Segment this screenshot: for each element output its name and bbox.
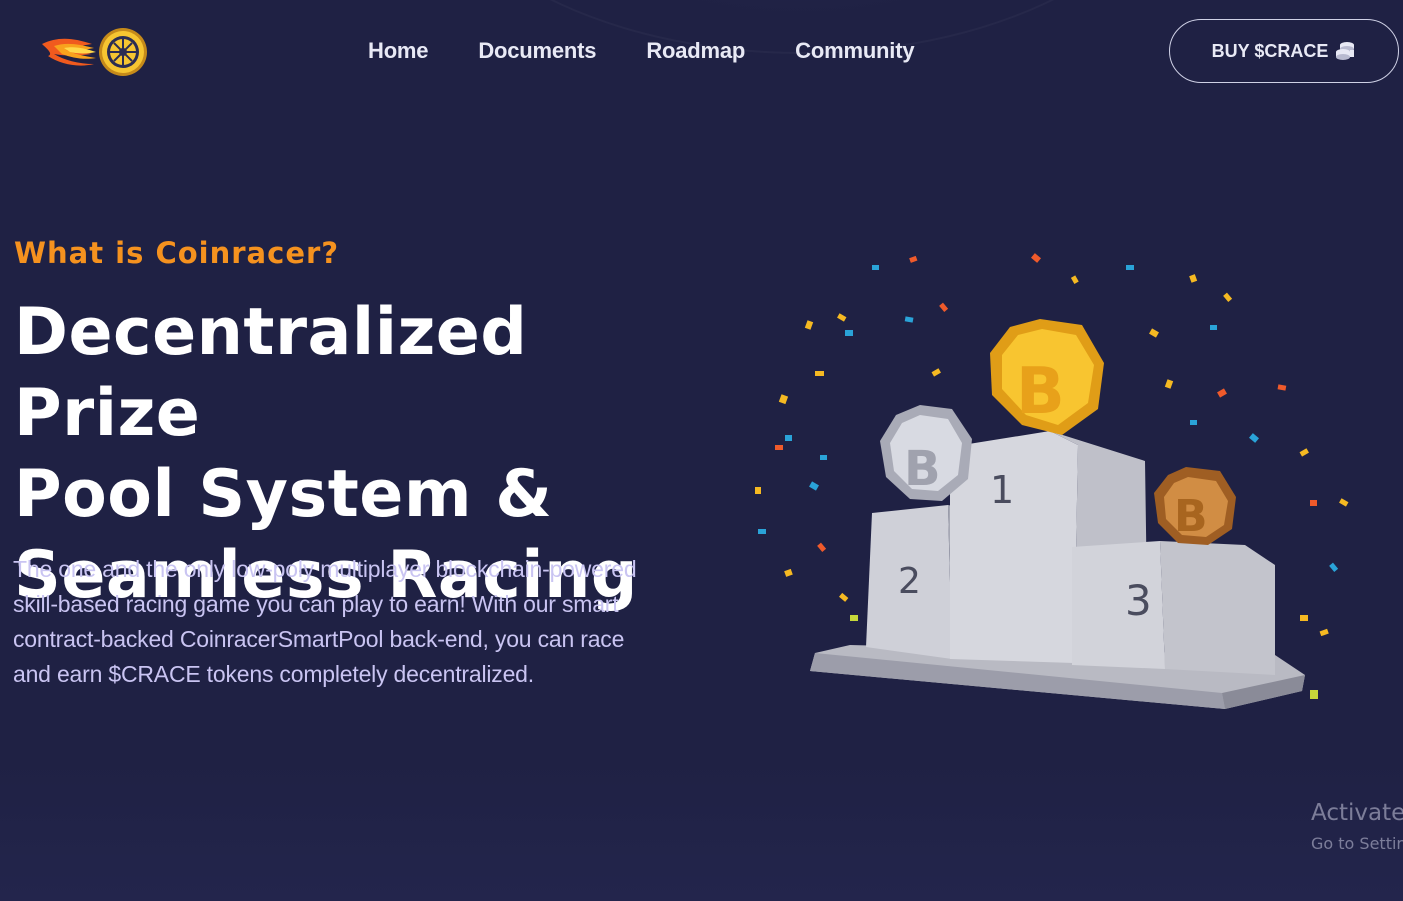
main-nav: Home Documents Roadmap Community (368, 38, 964, 64)
nav-roadmap[interactable]: Roadmap (646, 38, 745, 64)
description-line: and earn $CRACE tokens completely decent… (13, 661, 534, 687)
buy-crace-button[interactable]: BUY $CRACE (1169, 19, 1399, 83)
description-line: contract-backed CoinracerSmartPool back-… (13, 626, 625, 652)
nav-documents[interactable]: Documents (478, 38, 596, 64)
nav-home[interactable]: Home (368, 38, 429, 64)
podium-label-3: 3 (1125, 576, 1152, 625)
nav-community[interactable]: Community (795, 38, 914, 64)
podium-label-1: 1 (990, 468, 1014, 512)
headline-line: Decentralized Prize (14, 295, 528, 451)
podium-illustration: 2 1 3 B B B (755, 253, 1349, 709)
svg-text:B: B (1174, 491, 1208, 542)
watermark-line-2: Go to Settir (1311, 834, 1403, 853)
svg-text:B: B (1016, 355, 1065, 429)
watermark-line-1: Activate (1311, 800, 1403, 826)
os-activation-watermark: Activate Go to Settir (1311, 798, 1403, 857)
hero-eyebrow: What is Coinracer? (14, 236, 340, 270)
coinracer-logo-icon (42, 28, 147, 76)
hero-description: The one and the only low-poly multiplaye… (13, 552, 693, 692)
description-line: The one and the only low-poly multiplaye… (13, 556, 637, 582)
description-line: skill-based racing game you can play to … (13, 591, 619, 617)
buy-crace-label: BUY $CRACE (1211, 40, 1329, 61)
coins-icon (1336, 42, 1355, 60)
podium-label-2: 2 (898, 561, 921, 602)
bottom-glow (0, 760, 1403, 901)
headline-line: Pool System & (14, 457, 553, 532)
bitcoin-bronze-icon: B (1154, 467, 1236, 545)
svg-text:B: B (904, 441, 941, 497)
bitcoin-silver-icon: B (880, 405, 972, 501)
bitcoin-gold-icon: B (990, 319, 1104, 435)
background-glow (500, 0, 1100, 20)
